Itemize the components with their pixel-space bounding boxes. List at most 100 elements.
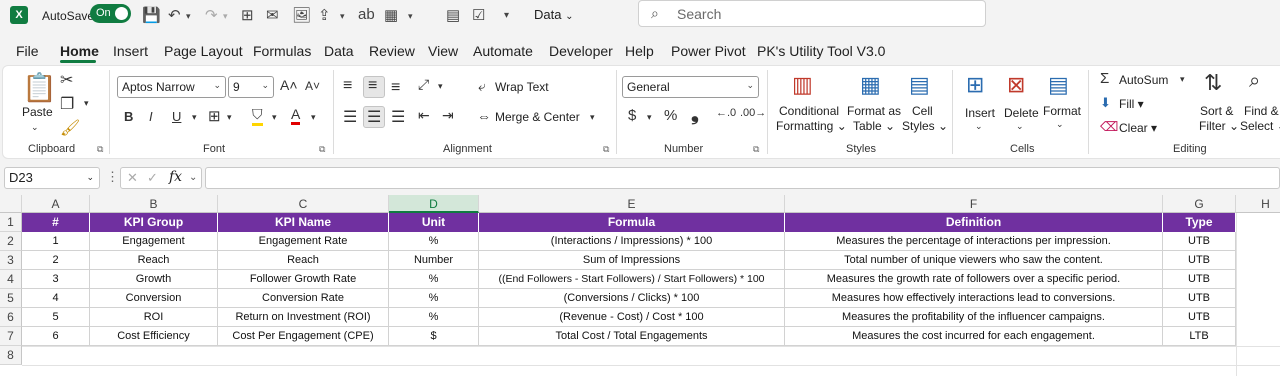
image-icon[interactable]: 🖼: [292, 6, 311, 24]
decrease-font-icon[interactable]: A˅: [305, 79, 320, 93]
cell-styles-label-2[interactable]: Styles ⌄: [902, 119, 948, 133]
orientation-icon[interactable]: ⤢: [418, 76, 429, 93]
formula-input[interactable]: [205, 167, 1280, 189]
increase-indent-icon[interactable]: ⇥: [442, 107, 454, 124]
autosum-dropdown-icon[interactable]: ▾: [1180, 74, 1185, 85]
copy-dropdown-icon[interactable]: ▾: [84, 98, 89, 109]
table-cell[interactable]: Reach: [218, 251, 389, 270]
wrap-text-icon[interactable]: ⤶: [478, 78, 486, 95]
align-right-icon[interactable]: ☰: [391, 107, 405, 127]
tab-data[interactable]: Data: [324, 43, 354, 59]
delete-cells-button[interactable]: Delete: [1004, 106, 1039, 120]
paste-icon[interactable]: 📋: [22, 71, 57, 104]
cell-styles-icon[interactable]: ▤: [909, 72, 930, 98]
column-header-g[interactable]: G: [1163, 195, 1236, 213]
tab-automate[interactable]: Automate: [473, 43, 533, 59]
table-cell[interactable]: UTB: [1163, 289, 1236, 308]
number-launcher-icon[interactable]: ⧉: [753, 144, 759, 155]
spreadsheet-grid[interactable]: A B C D E F G H 1 2 3 4 5 6 7 8 # KPI Gr…: [0, 195, 1280, 376]
table-cell[interactable]: %: [389, 308, 479, 327]
merge-center-icon[interactable]: ⇔: [477, 108, 491, 124]
table-header-unit[interactable]: Unit: [389, 213, 479, 232]
table-header-type[interactable]: Type: [1163, 213, 1236, 232]
tab-home[interactable]: Home: [60, 43, 99, 59]
clear-button[interactable]: Clear ▾: [1119, 121, 1157, 135]
column-header-h[interactable]: H: [1236, 195, 1280, 213]
table-cell[interactable]: Follower Growth Rate: [218, 270, 389, 289]
font-size-select[interactable]: 9 ⌄: [228, 76, 274, 98]
table-cell[interactable]: Conversion: [90, 289, 218, 308]
tab-help[interactable]: Help: [625, 43, 654, 59]
autosum-icon[interactable]: Σ: [1100, 70, 1109, 87]
conditional-formatting-label-2[interactable]: Formatting ⌄: [776, 119, 847, 133]
form-dropdown-icon[interactable]: ▾: [408, 11, 413, 22]
table-cell[interactable]: (Interactions / Impressions) * 100: [479, 232, 785, 251]
chevron-down-icon[interactable]: ⌄: [189, 172, 197, 183]
autosave-toggle[interactable]: On: [90, 4, 131, 23]
insert-function-button[interactable]: fx: [169, 169, 182, 185]
row-header-8[interactable]: 8: [0, 346, 22, 365]
row-header-2[interactable]: 2: [0, 232, 22, 251]
tab-power-pivot[interactable]: Power Pivot: [671, 43, 746, 59]
align-center-icon[interactable]: ☰: [367, 107, 381, 127]
table-cell[interactable]: Measures the growth rate of followers ov…: [785, 270, 1163, 289]
table-cell[interactable]: 1: [22, 232, 90, 251]
form-icon[interactable]: ▦: [384, 6, 398, 24]
tab-insert[interactable]: Insert: [113, 43, 148, 59]
row-header-7[interactable]: 7: [0, 327, 22, 346]
column-header-d[interactable]: D: [389, 195, 479, 213]
comma-style-button[interactable]: ❟: [691, 103, 699, 126]
calculator-icon[interactable]: ▤: [446, 6, 460, 24]
tab-formulas[interactable]: Formulas: [253, 43, 311, 59]
table-cell[interactable]: ((End Followers - Start Followers) / Sta…: [479, 270, 785, 289]
customize-toolbar-icon[interactable]: ▾: [504, 10, 509, 21]
wrap-text-button[interactable]: Wrap Text: [495, 80, 549, 94]
column-header-a[interactable]: A: [22, 195, 90, 213]
conditional-formatting-label-1[interactable]: Conditional: [779, 104, 839, 118]
table-cell[interactable]: (Revenue - Cost) / Cost * 100: [479, 308, 785, 327]
table-cell[interactable]: Measures the cost incurred for each enga…: [785, 327, 1163, 346]
font-name-select[interactable]: Aptos Narrow ⌄: [117, 76, 226, 98]
borders-icon[interactable]: ⊞: [241, 6, 254, 24]
insert-cells-icon[interactable]: ⊞: [966, 72, 984, 98]
table-cell[interactable]: Total number of unique viewers who saw t…: [785, 251, 1163, 270]
find-select-icon[interactable]: ⌕: [1249, 70, 1260, 93]
redo-dropdown-icon[interactable]: ▾: [223, 11, 228, 22]
number-format-select[interactable]: General ⌄: [622, 76, 759, 98]
decrease-decimal-icon[interactable]: .00→: [740, 107, 766, 119]
underline-dropdown-icon[interactable]: ▾: [192, 112, 197, 123]
autosum-button[interactable]: AutoSum: [1119, 73, 1168, 87]
more-options-icon[interactable]: ⋮: [106, 169, 119, 185]
delete-dropdown-icon[interactable]: ⌄: [1016, 121, 1024, 132]
orientation-dropdown-icon[interactable]: ▾: [438, 81, 443, 92]
format-painter-icon[interactable]: 🖌: [60, 118, 80, 138]
tab-pk-utility-tool[interactable]: PK's Utility Tool V3.0: [757, 43, 885, 59]
table-header-kpi-name[interactable]: KPI Name: [218, 213, 389, 232]
italic-button[interactable]: I: [149, 109, 153, 124]
align-left-icon[interactable]: ☰: [343, 107, 357, 127]
table-header-definition[interactable]: Definition: [785, 213, 1163, 232]
cut-icon[interactable]: ✂: [60, 70, 73, 90]
column-header-f[interactable]: F: [785, 195, 1163, 213]
increase-decimal-icon[interactable]: ←.0: [716, 107, 736, 119]
tab-review[interactable]: Review: [369, 43, 415, 59]
table-cell[interactable]: UTB: [1163, 251, 1236, 270]
format-dropdown-icon[interactable]: ⌄: [1056, 119, 1064, 130]
font-color-icon[interactable]: A: [291, 106, 301, 125]
name-box[interactable]: D23 ⌄: [4, 167, 100, 189]
paste-dropdown-icon[interactable]: ⌄: [31, 122, 39, 133]
increase-font-icon[interactable]: A˄: [280, 77, 298, 93]
table-cell[interactable]: Growth: [90, 270, 218, 289]
merge-dropdown-icon[interactable]: ▾: [590, 112, 595, 123]
table-cell[interactable]: Engagement: [90, 232, 218, 251]
table-cell[interactable]: %: [389, 270, 479, 289]
table-cell[interactable]: Measures the percentage of interactions …: [785, 232, 1163, 251]
sort-filter-label-2[interactable]: Filter ⌄: [1199, 119, 1239, 133]
borders-dropdown-icon[interactable]: ▾: [227, 112, 232, 123]
format-as-table-label-2[interactable]: Table ⌄: [853, 119, 895, 133]
table-cell[interactable]: UTB: [1163, 232, 1236, 251]
table-cell[interactable]: %: [389, 289, 479, 308]
tab-file[interactable]: File: [16, 43, 39, 59]
format-cells-icon[interactable]: ▤: [1048, 72, 1069, 98]
column-header-e[interactable]: E: [479, 195, 785, 213]
